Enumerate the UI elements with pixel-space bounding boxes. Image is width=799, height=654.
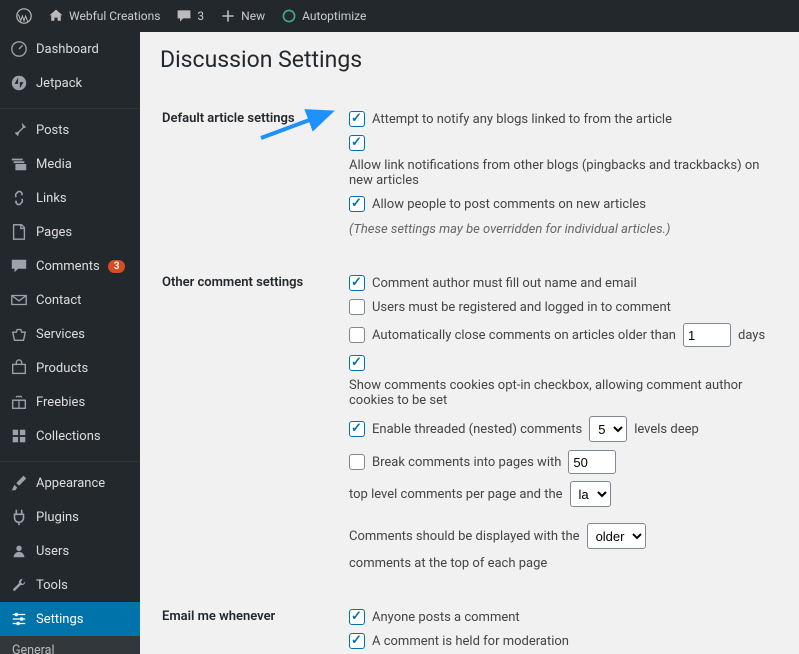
section-email-me: Email me whenever — [162, 591, 347, 654]
display-order[interactable]: older — [587, 523, 646, 549]
break-pages-count[interactable] — [568, 450, 616, 474]
comments-badge: 3 — [108, 260, 126, 273]
gift-icon — [10, 393, 28, 411]
opt-author-fill[interactable] — [349, 275, 365, 291]
page-icon — [10, 223, 28, 241]
home-icon — [48, 8, 64, 24]
autoptimize-icon — [281, 8, 297, 24]
menu-products[interactable]: Products — [0, 351, 140, 385]
menu-services[interactable]: Services — [0, 317, 140, 351]
link-icon — [10, 189, 28, 207]
threaded-levels[interactable]: 5 — [589, 416, 627, 442]
sliders-icon — [10, 610, 28, 628]
comments-link[interactable]: 3 — [168, 8, 212, 24]
media-icon — [10, 155, 28, 173]
autoptimize-link[interactable]: Autoptimize — [273, 8, 374, 24]
menu-pages[interactable]: Pages — [0, 215, 140, 249]
opt-anyone-posts[interactable] — [349, 609, 365, 625]
site-name[interactable]: Webful Creations — [40, 8, 168, 24]
menu-collections[interactable]: Collections — [0, 419, 140, 453]
settings-submenu: General Writing Reading Discussion Media — [0, 636, 140, 654]
section-default-article: Default article settings — [162, 93, 347, 255]
sub-general[interactable]: General — [0, 636, 140, 654]
wp-logo[interactable] — [8, 8, 40, 24]
plus-icon — [220, 8, 236, 24]
override-note: (These settings may be overridden for in… — [349, 222, 670, 237]
auto-close-days[interactable] — [683, 323, 731, 347]
menu-dashboard[interactable]: Dashboard — [0, 32, 140, 66]
page-title: Discussion Settings — [160, 46, 779, 73]
opt-allow-comments[interactable] — [349, 196, 365, 212]
products-icon — [10, 359, 28, 377]
menu-comments[interactable]: Comments3 — [0, 249, 140, 283]
menu-tools[interactable]: Tools — [0, 568, 140, 602]
menu-jetpack[interactable]: Jetpack — [0, 66, 140, 100]
envelope-icon — [10, 291, 28, 309]
admin-sidebar: Dashboard Jetpack Posts Media Links Page… — [0, 32, 140, 654]
menu-contact[interactable]: Contact — [0, 283, 140, 317]
menu-media[interactable]: Media — [0, 147, 140, 181]
break-pages-which[interactable]: la — [570, 481, 611, 507]
menu-appearance[interactable]: Appearance — [0, 466, 140, 500]
dashboard-icon — [10, 40, 28, 58]
wrench-icon — [10, 576, 28, 594]
comment-icon — [10, 257, 28, 275]
opt-held-moderation[interactable] — [349, 633, 365, 649]
menu-links[interactable]: Links — [0, 181, 140, 215]
plugin-icon — [10, 508, 28, 526]
new-content[interactable]: New — [212, 8, 273, 24]
main-content: Discussion Settings Default article sett… — [140, 32, 799, 654]
comment-icon — [176, 8, 192, 24]
brush-icon — [10, 474, 28, 492]
menu-users[interactable]: Users — [0, 534, 140, 568]
opt-auto-close[interactable] — [349, 327, 365, 343]
menu-plugins[interactable]: Plugins — [0, 500, 140, 534]
opt-break-pages[interactable] — [349, 454, 365, 470]
menu-freebies[interactable]: Freebies — [0, 385, 140, 419]
opt-must-register[interactable] — [349, 299, 365, 315]
collections-icon — [10, 427, 28, 445]
opt-cookies-optin[interactable] — [349, 355, 365, 371]
opt-threaded[interactable] — [349, 421, 365, 437]
services-icon — [10, 325, 28, 343]
opt-notify-blogs[interactable] — [349, 111, 365, 127]
opt-allow-pingbacks[interactable] — [349, 135, 365, 151]
menu-posts[interactable]: Posts — [0, 113, 140, 147]
users-icon — [10, 542, 28, 560]
menu-settings[interactable]: Settings — [0, 602, 140, 636]
jetpack-icon — [10, 74, 28, 92]
section-other-comment: Other comment settings — [162, 257, 347, 589]
admin-toolbar: Webful Creations 3 New Autoptimize — [0, 0, 799, 32]
pin-icon — [10, 121, 28, 139]
